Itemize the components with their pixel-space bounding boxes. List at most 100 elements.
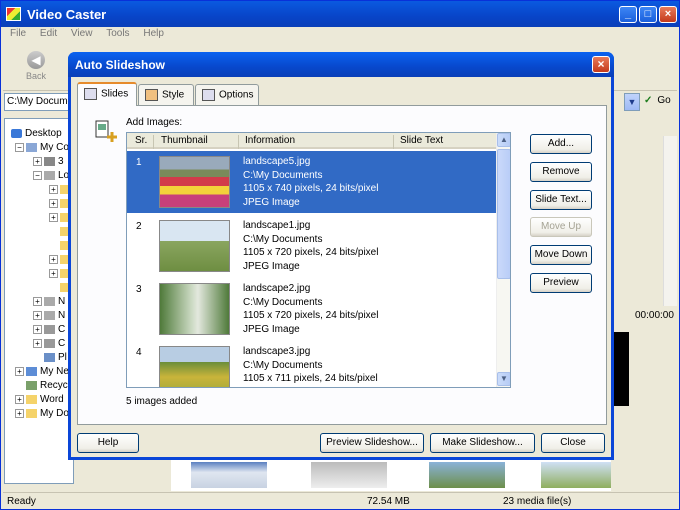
status-file-count: 23 media file(s): [503, 496, 572, 507]
back-button[interactable]: ◀ Back: [21, 51, 51, 81]
tab-style[interactable]: Style: [138, 84, 194, 105]
tree-item-control-panel[interactable]: Pl: [44, 351, 67, 364]
tree-item-desktop[interactable]: Desktop: [11, 127, 62, 140]
help-button[interactable]: Help: [77, 433, 139, 453]
tree-item-my-documents[interactable]: + My Do: [15, 407, 69, 420]
strip-thumbnail[interactable]: [541, 462, 611, 488]
cd-drive-icon: [44, 338, 55, 348]
expand-icon[interactable]: +: [49, 198, 58, 208]
expand-icon[interactable]: +: [49, 254, 58, 264]
menu-view[interactable]: View: [71, 28, 93, 39]
scroll-down-icon[interactable]: ▼: [497, 372, 510, 386]
tab-options[interactable]: Options: [195, 84, 259, 105]
expand-icon[interactable]: +: [49, 212, 58, 222]
expand-icon[interactable]: +: [15, 408, 24, 418]
dialog-close-button[interactable]: ×: [592, 56, 610, 73]
drive-icon: [44, 310, 55, 320]
go-label: Go: [657, 95, 671, 106]
playback-time: 00:00:00: [635, 310, 674, 321]
drive-icon: [44, 296, 55, 306]
image-thumbnail: [159, 283, 230, 335]
make-slideshow-button[interactable]: Make Slideshow...: [430, 433, 535, 453]
column-header-sr[interactable]: Sr.: [127, 135, 154, 149]
app-icon: [6, 7, 21, 21]
address-input[interactable]: C:\My Docume: [4, 93, 74, 111]
expand-icon[interactable]: +: [49, 268, 58, 278]
close-window-button[interactable]: ×: [659, 6, 677, 23]
table-row[interactable]: 2 landscape1.jpg C:\My Documents 1105 x …: [127, 215, 508, 277]
address-dropdown-icon[interactable]: ▼: [624, 93, 640, 111]
status-text: Ready: [7, 496, 36, 507]
menu-edit[interactable]: Edit: [40, 28, 57, 39]
tree-item-drive-n2[interactable]: + N: [33, 309, 65, 322]
images-added-count: 5 images added: [126, 396, 198, 407]
control-panel-icon: [44, 352, 55, 362]
expand-icon[interactable]: +: [33, 296, 42, 306]
tree-item-recycle-bin[interactable]: Recyc: [26, 379, 68, 392]
preview-slideshow-button[interactable]: Preview Slideshow...: [320, 433, 424, 453]
row-sr: 3: [136, 284, 142, 295]
slide-text-button[interactable]: Slide Text...: [530, 190, 592, 210]
move-up-button[interactable]: Move Up: [530, 217, 592, 237]
desktop-icon: [11, 128, 22, 138]
table-row[interactable]: 4 landscape3.jpg C:\My Documents 1105 x …: [127, 341, 508, 387]
go-button[interactable]: ✓ Go: [644, 95, 671, 106]
add-button[interactable]: Add...: [530, 134, 592, 154]
tree-item-floppy[interactable]: +3: [33, 155, 64, 168]
drive-icon: [44, 170, 55, 180]
column-header-slide-text[interactable]: Slide Text: [394, 135, 496, 149]
images-list[interactable]: Sr. Thumbnail Information Slide Text 1 l…: [126, 132, 511, 388]
options-icon: [202, 89, 215, 101]
move-down-button[interactable]: Move Down: [530, 245, 592, 265]
recycle-bin-icon: [26, 380, 37, 390]
folder-icon: [26, 394, 37, 404]
close-button[interactable]: Close: [541, 433, 605, 453]
thumbnail-strip[interactable]: [171, 459, 611, 491]
expand-icon[interactable]: +: [15, 366, 24, 376]
expand-icon[interactable]: +: [49, 184, 58, 194]
expand-icon[interactable]: +: [33, 338, 42, 348]
list-scrollbar[interactable]: ▲ ▼: [496, 133, 510, 387]
expand-icon[interactable]: +: [33, 310, 42, 320]
tree-item-drive-n1[interactable]: + N: [33, 295, 65, 308]
file-pane-scrollbar[interactable]: [663, 136, 677, 306]
table-row[interactable]: 1 landscape5.jpg C:\My Documents 1105 x …: [127, 151, 508, 213]
tree-item-drive-c1[interactable]: + C: [33, 323, 65, 336]
scroll-up-icon[interactable]: ▲: [497, 133, 510, 147]
preview-button[interactable]: Preview: [530, 273, 592, 293]
folder-tree[interactable]: Desktop − My Co +3 − Lo + + + + + + N + N + C…: [4, 118, 74, 484]
collapse-icon[interactable]: −: [33, 170, 42, 180]
minimize-button[interactable]: _: [619, 6, 637, 23]
row-sr: 1: [136, 157, 142, 168]
expand-icon[interactable]: +: [33, 324, 42, 334]
tree-item-word[interactable]: + Word: [15, 393, 64, 406]
tab-slides[interactable]: Slides: [77, 82, 137, 106]
back-arrow-icon: ◀: [27, 51, 45, 69]
collapse-icon[interactable]: −: [15, 142, 24, 152]
menu-tools[interactable]: Tools: [106, 28, 129, 39]
column-header-information[interactable]: Information: [239, 135, 394, 149]
auto-slideshow-dialog: Auto Slideshow × Slides Style Options Ad…: [68, 52, 614, 460]
menu-file[interactable]: File: [10, 28, 26, 39]
add-images-icon[interactable]: [94, 119, 118, 147]
status-size: 72.54 MB: [367, 496, 410, 507]
scroll-thumb[interactable]: [497, 149, 510, 279]
strip-thumbnail[interactable]: [311, 462, 387, 488]
tree-item-my-computer[interactable]: − My Co: [15, 141, 69, 154]
table-row[interactable]: 3 landscape2.jpg C:\My Documents 1105 x …: [127, 278, 508, 340]
expand-icon[interactable]: +: [33, 156, 42, 166]
menu-help[interactable]: Help: [143, 28, 164, 39]
tree-item-local-disk[interactable]: − Lo: [33, 169, 69, 182]
tree-item-drive-c2[interactable]: + C: [33, 337, 65, 350]
remove-button[interactable]: Remove: [530, 162, 592, 182]
floppy-icon: [44, 156, 55, 166]
strip-thumbnail[interactable]: [429, 462, 505, 488]
back-label: Back: [25, 71, 46, 81]
tree-item-my-network[interactable]: + My Ne: [15, 365, 69, 378]
strip-thumbnail[interactable]: [191, 462, 267, 488]
expand-icon[interactable]: +: [15, 394, 24, 404]
network-icon: [26, 366, 37, 376]
column-header-thumbnail[interactable]: Thumbnail: [154, 135, 239, 149]
image-info: landscape1.jpg C:\My Documents 1105 x 72…: [243, 220, 379, 272]
maximize-button[interactable]: □: [639, 6, 657, 23]
